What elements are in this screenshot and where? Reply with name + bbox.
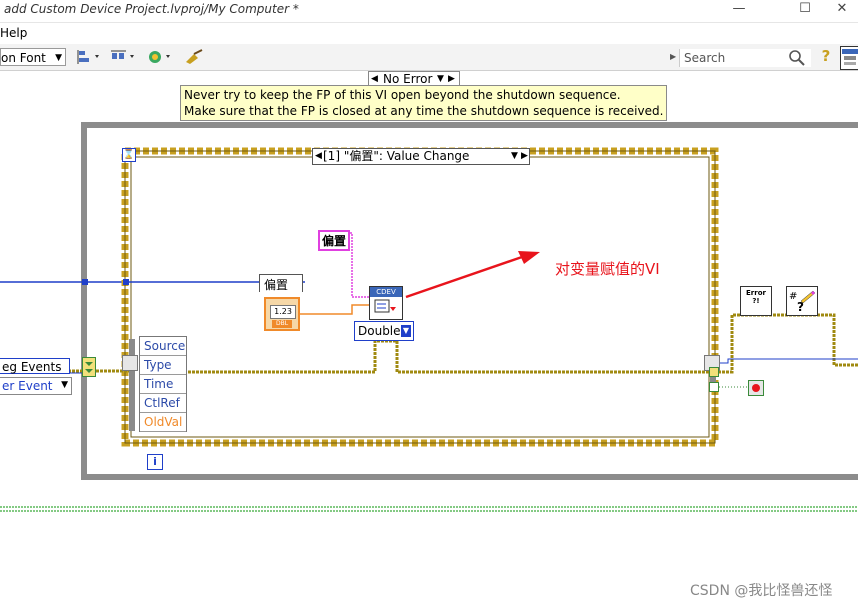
numeric-control[interactable]: 1.23 DBL [264,297,300,331]
error-handler-icon[interactable]: Error ?! [740,286,772,316]
case-dropdown-icon[interactable]: ▼ [437,72,444,86]
search-icon[interactable] [788,49,806,67]
shift-register-left[interactable] [82,357,96,377]
hourglass-icon[interactable]: ⌛ [122,148,136,162]
reorder-icon[interactable] [146,48,174,66]
prev-case-icon[interactable]: ◀ [315,149,322,163]
font-select-value: on Font [1,51,46,65]
control-reference-label[interactable]: 偏置 [318,230,351,251]
event-case-selector[interactable]: ◀ [1] "偏置": Value Change ▼ ▶ [312,148,530,165]
decrement-arrow-icon[interactable]: ◀ [371,72,378,86]
chevron-down-icon[interactable]: ▼ [401,325,411,337]
vi-icon [840,46,858,70]
distribute-objects-icon[interactable] [110,48,138,66]
cdev-label: CDEV [370,287,402,297]
numeric-value: 1.23 [270,305,296,319]
next-case-icon[interactable]: ▶ [521,149,528,163]
terminal-time[interactable]: Time [140,375,186,394]
event-data-node[interactable]: Source Type Time CtlRef OldVal [139,336,187,432]
minimize-button[interactable]: — [716,0,762,20]
event-registration-terminal[interactable] [122,355,138,371]
close-button[interactable]: ✕ [826,0,858,20]
watermark: CSDN @我比怪兽还怪 [690,583,833,599]
stop-icon [752,384,760,392]
type-selector-value: Double [358,324,401,338]
comment-line-2: Make sure that the FP is closed at any t… [184,104,664,118]
clear-errors-icon[interactable]: #? [786,286,818,316]
increment-arrow-icon[interactable]: ▶ [448,72,455,86]
font-select[interactable]: on Font ▼ [0,48,66,66]
tunnel-stop[interactable] [709,382,719,392]
title-bar: add Custom Device Project.lvproj/My Comp… [0,0,858,23]
error-handler-text: Error ?! [746,289,766,305]
terminal-source[interactable]: Source [140,337,186,356]
menu-help[interactable]: Help [0,26,27,40]
terminal-oldval[interactable]: OldVal [140,413,186,432]
error-case-label: No Error [383,72,433,86]
user-event-select[interactable]: er Event ▼ [0,377,72,395]
value-label: 偏置 [259,274,303,292]
info-icon[interactable]: i [147,454,163,470]
search-arrow-icon: ▶ [670,52,677,61]
shutdown-comment: Never try to keep the FP of this VI open… [180,85,668,121]
comment-line-1: Never try to keep the FP of this VI open… [184,88,621,102]
align-objects-icon[interactable] [76,48,104,66]
clean-up-diagram-icon[interactable] [182,48,210,66]
menu-bar: Help [0,23,858,43]
terminal-type[interactable]: Type [140,356,186,375]
block-diagram[interactable]: ◀ No Error ▼ ▶ Never try to keep the FP … [0,71,858,605]
help-icon[interactable]: ? [818,47,834,67]
stop-terminal[interactable] [748,380,764,396]
terminal-ctlref[interactable]: CtlRef [140,394,186,413]
search-placeholder: Search [684,51,726,65]
toolbar: on Font ▼ ▶ Search ? [0,44,858,71]
chevron-down-icon: ▼ [55,53,62,63]
tunnel-error[interactable] [709,367,719,377]
type-selector[interactable]: Double ▼ [354,321,414,341]
maximize-button[interactable]: ☐ [782,0,828,20]
chevron-down-icon[interactable]: ▼ [61,380,68,390]
user-event-value: er Event [2,379,53,393]
set-variable-subvi[interactable]: CDEV [369,286,403,320]
numeric-type-badge: DBL [272,320,292,328]
event-case-label: [1] "偏置": Value Change [323,149,470,163]
reg-events-terminal[interactable]: eg Events [0,358,70,374]
annotation-text: 对变量赋值的VI [555,260,660,278]
case-dropdown-icon[interactable]: ▼ [511,149,518,163]
window-title: add Custom Device Project.lvproj/My Comp… [4,2,299,16]
